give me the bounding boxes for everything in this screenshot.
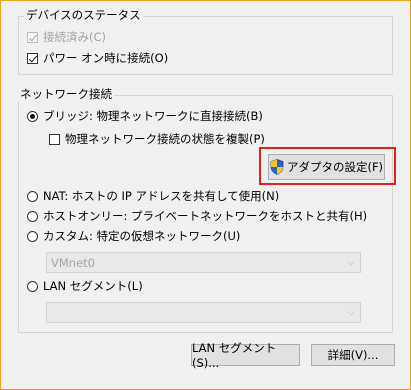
device-status-title: デバイスのステータス	[24, 8, 143, 22]
bridged-radio[interactable]: ブリッジ: 物理ネットワークに直接接続(B)	[27, 108, 263, 124]
custom-network-select[interactable]: VMnet0 ⌵	[46, 252, 361, 273]
chevron-down-icon: ⌵	[347, 307, 355, 318]
lan-segments-button[interactable]: LAN セグメント(S)...	[191, 341, 300, 370]
connect-at-power-on-label: パワー オン時に接続(O)	[43, 51, 169, 65]
network-connection-title: ネットワーク接続	[18, 87, 114, 101]
connected-checkbox-box	[27, 31, 38, 43]
replicate-state-box[interactable]	[49, 133, 60, 145]
bridged-radio-dot[interactable]	[27, 110, 38, 122]
nat-radio[interactable]: NAT: ホストの IP アドレスを共有して使用(N)	[27, 188, 279, 204]
host-only-radio-dot[interactable]	[27, 210, 38, 222]
connected-checkbox: 接続済み(C)	[27, 29, 106, 45]
lan-segments-label: LAN セグメント(S)...	[192, 341, 277, 370]
lan-segment-label: LAN セグメント(L)	[43, 279, 143, 293]
lan-segment-radio[interactable]: LAN セグメント(L)	[27, 278, 143, 294]
host-only-label: ホストオンリー: プライベートネットワークをホストと共有(H)	[43, 209, 368, 223]
custom-radio[interactable]: カスタム: 特定の仮想ネットワーク(U)	[27, 228, 240, 244]
chevron-down-icon: ⌵	[347, 257, 355, 268]
lan-segment-select[interactable]: ⌵	[46, 302, 361, 323]
custom-network-value: VMnet0	[51, 255, 95, 270]
advanced-button[interactable]: 詳細(V)...	[311, 344, 395, 366]
host-only-radio[interactable]: ホストオンリー: プライベートネットワークをホストと共有(H)	[27, 208, 367, 224]
custom-radio-dot[interactable]	[27, 230, 38, 242]
replicate-state-label: 物理ネットワーク接続の状態を複製(P)	[65, 132, 265, 146]
advanced-label: 詳細(V)...	[327, 348, 379, 362]
lan-segment-radio-dot[interactable]	[27, 280, 38, 292]
nat-radio-dot[interactable]	[27, 190, 38, 202]
connect-at-power-on-box[interactable]	[27, 52, 38, 64]
adapter-settings-highlight	[259, 147, 396, 185]
connect-at-power-on-checkbox[interactable]: パワー オン時に接続(O)	[27, 50, 168, 66]
custom-label: カスタム: 特定の仮想ネットワーク(U)	[43, 229, 241, 243]
connected-label: 接続済み(C)	[43, 30, 107, 44]
bridged-label: ブリッジ: 物理ネットワークに直接接続(B)	[43, 109, 263, 123]
device-status-group	[18, 16, 393, 75]
nat-label: NAT: ホストの IP アドレスを共有して使用(N)	[43, 189, 280, 203]
replicate-state-checkbox[interactable]: 物理ネットワーク接続の状態を複製(P)	[49, 131, 265, 147]
